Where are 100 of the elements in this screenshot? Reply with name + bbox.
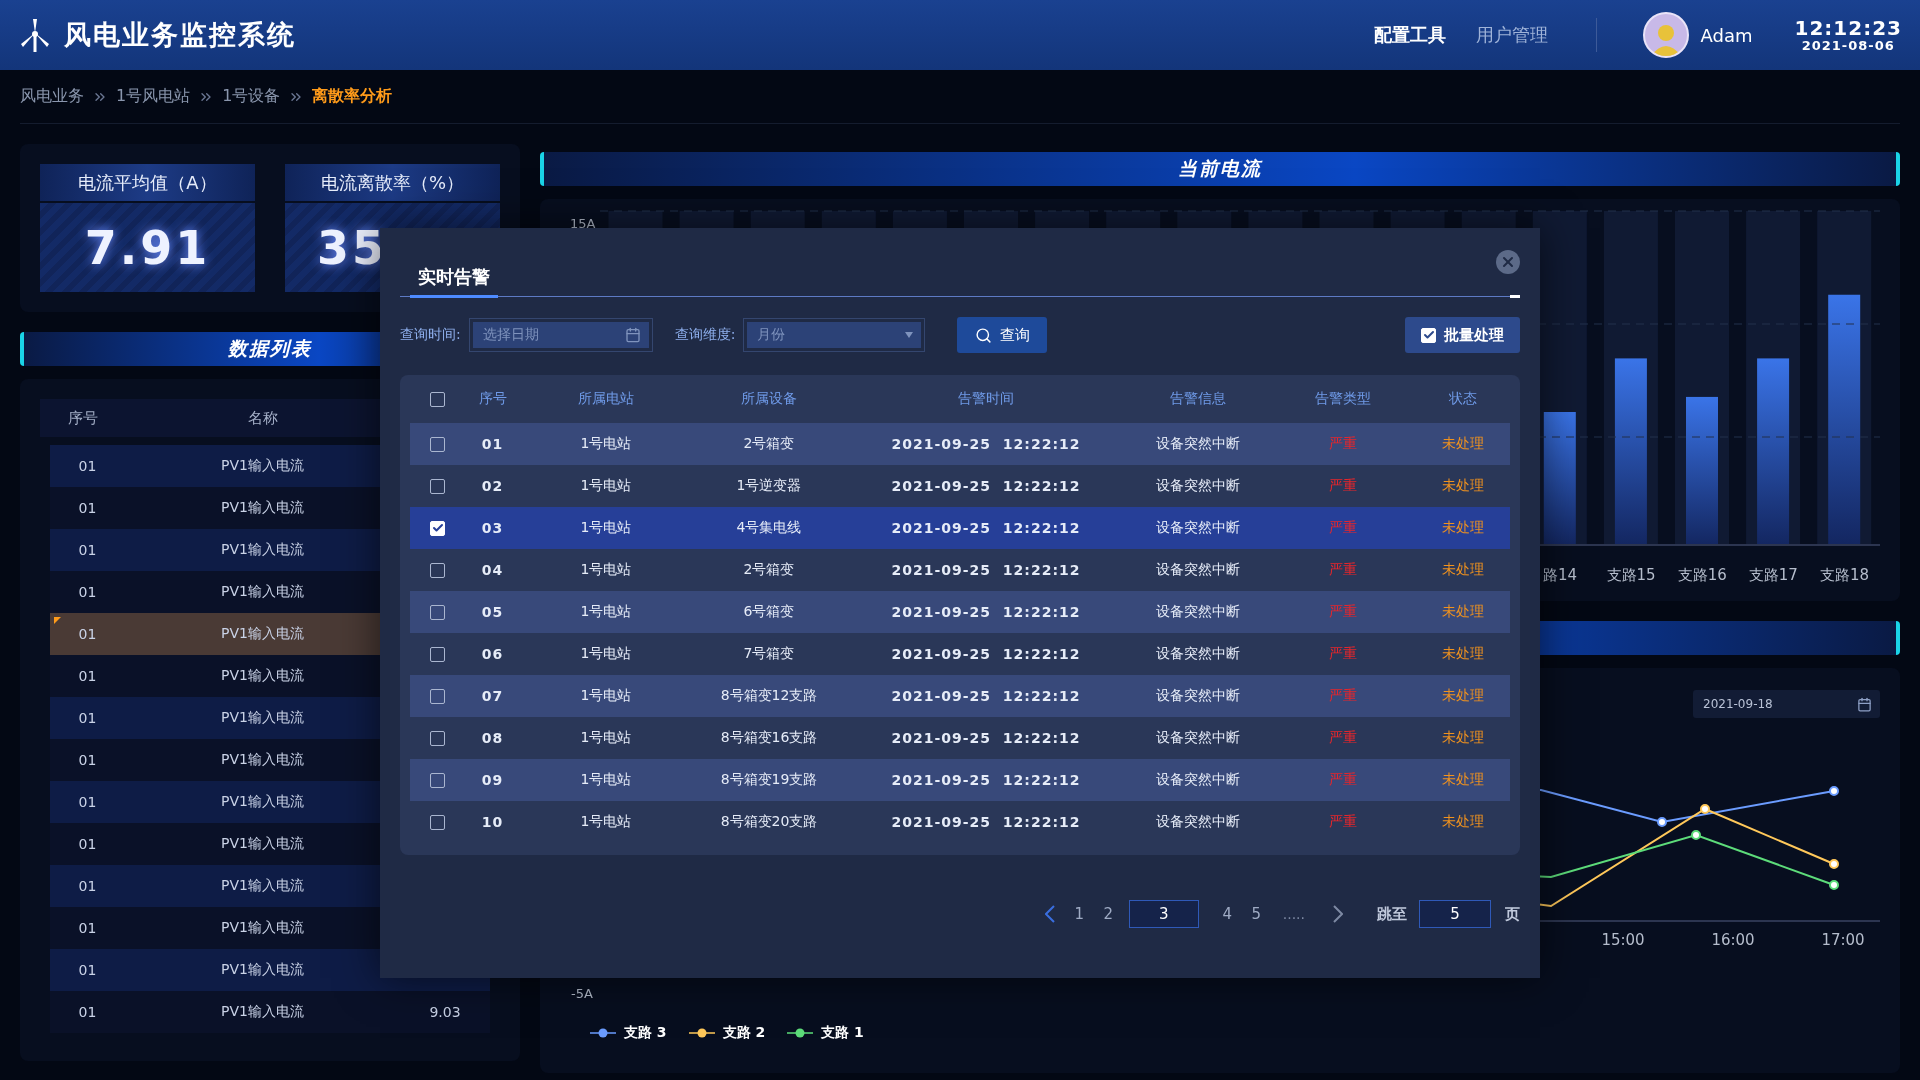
table-cell-text: 1号电站: [579, 435, 633, 453]
column-header: 状态: [1448, 390, 1478, 408]
page-ellipsis: .....: [1282, 906, 1305, 922]
page-button[interactable]: 5: [1241, 900, 1271, 928]
table-cell-text: 01: [77, 1004, 98, 1020]
page-button[interactable]: 1: [1064, 900, 1094, 928]
table-cell-text: 未处理: [1441, 687, 1485, 705]
kpi-label: 电流离散率（%）: [285, 164, 500, 201]
table-cell-text: 设备突然中断: [1155, 519, 1241, 537]
section-title: 数据列表: [228, 336, 312, 361]
breadcrumb-link[interactable]: 风电业务: [20, 86, 84, 107]
axis-label: 路14: [1541, 566, 1579, 585]
table-cell-text: 未处理: [1441, 729, 1485, 747]
table-cell-text: 7号箱变: [742, 645, 796, 663]
table-cell-text: 01: [77, 584, 98, 600]
table-cell-text: 设备突然中断: [1155, 813, 1241, 831]
table-cell-text: PV1输入电流: [220, 583, 305, 601]
table-cell-text: 严重: [1328, 645, 1358, 663]
table-cell-text: PV1输入电流: [220, 541, 305, 559]
table-cell-text: 2021-09-25 12:22:12: [890, 478, 1082, 494]
table-cell-text: 设备突然中断: [1155, 771, 1241, 789]
column-header: 告警类型: [1314, 390, 1372, 408]
table-cell-text: 严重: [1328, 435, 1358, 453]
breadcrumb-link[interactable]: 1号设备: [222, 86, 281, 107]
filter-label: 查询维度:: [674, 326, 736, 344]
table-cell-text: 6号箱变: [742, 603, 796, 621]
table-cell-text: 8号箱变12支路: [719, 687, 819, 705]
table-cell-text: 1号电站: [579, 519, 633, 537]
table-cell-text: 01: [77, 752, 98, 768]
column-header: 所属设备: [740, 390, 798, 408]
table-cell-text: 设备突然中断: [1155, 561, 1241, 579]
table-cell-text: 未处理: [1441, 435, 1485, 453]
alarm-row[interactable]: 07 1号电站 8号箱变12支路 2021-09-25 12:22:12 设备突然中断 严重 未处理: [410, 675, 1510, 717]
table-cell-text: 严重: [1328, 771, 1358, 789]
axis-tick-label: 15A: [570, 216, 596, 231]
page-jump-field[interactable]: 5: [1419, 900, 1491, 928]
table-cell-text: 严重: [1328, 477, 1358, 495]
batch-process-button[interactable]: 批量处理: [1405, 317, 1520, 353]
table-cell-text: 1号电站: [579, 687, 633, 705]
table-cell-text: 严重: [1328, 687, 1358, 705]
kpi-value: 7.91: [40, 203, 255, 292]
axis-tick-label: -5A: [571, 986, 593, 1001]
table-cell-text: 2021-09-25 12:22:12: [890, 772, 1082, 788]
table-cell-text: 01: [77, 962, 98, 978]
list-row[interactable]: 01 PV1输入电流 9.03: [50, 991, 490, 1033]
axis-label: 16:00: [1710, 931, 1756, 949]
table-cell-text: 1号电站: [579, 477, 633, 495]
table-cell-text: 1号逆变器: [735, 477, 803, 495]
axis-label: 支路15: [1605, 566, 1657, 585]
table-cell-text: 1号电站: [579, 729, 633, 747]
column-header: 告警时间: [957, 390, 1015, 408]
table-cell-text: 未处理: [1441, 477, 1485, 495]
table-cell-text: 未处理: [1441, 813, 1485, 831]
table-cell-text: PV1输入电流: [220, 499, 305, 517]
table-cell-text: 01: [77, 542, 98, 558]
kpi-label: 电流平均值（A）: [40, 164, 255, 201]
table-cell-text: 未处理: [1441, 519, 1485, 537]
breadcrumb-link[interactable]: 离散率分析: [312, 86, 393, 107]
table-cell-text: 01: [77, 626, 98, 642]
table-cell-text: 01: [77, 500, 98, 516]
clock-date: 2021-08-06: [1801, 37, 1895, 53]
table-cell-text: 8号箱变19支路: [719, 771, 819, 789]
page-button[interactable]: 2: [1093, 900, 1123, 928]
dialog-tab[interactable]: 实时告警: [410, 265, 498, 298]
table-cell-text: 01: [77, 878, 98, 894]
clock-time: 12:12:23: [1794, 17, 1902, 38]
legend-item: 支路 1: [787, 1024, 864, 1042]
filter-label: 查询时间:: [400, 326, 461, 344]
jump-label: 跳至: [1377, 904, 1407, 924]
query-button[interactable]: 查询: [957, 317, 1048, 353]
column-header: 告警信息: [1169, 390, 1227, 408]
table-cell-text: PV1输入电流: [220, 919, 305, 937]
column-header: 序号: [477, 390, 508, 408]
breadcrumb-link[interactable]: 1号风电站: [116, 86, 191, 107]
table-cell-text: 严重: [1328, 813, 1358, 831]
table-cell-text: 设备突然中断: [1155, 687, 1241, 705]
alarm-row[interactable]: 09 1号电站 8号箱变19支路 2021-09-25 12:22:12 设备突然中断 严重 未处理: [410, 759, 1510, 801]
table-cell-text: 1号电站: [579, 813, 633, 831]
section-title: 当前电流: [1178, 156, 1262, 181]
table-cell-text: 2021-09-25 12:22:12: [890, 436, 1082, 452]
nav-link[interactable]: 配置工具: [1373, 23, 1446, 47]
table-cell-text: 01: [77, 920, 98, 936]
table-cell-text: 严重: [1328, 603, 1358, 621]
page-button[interactable]: 4: [1212, 900, 1242, 928]
table-cell-text: PV1输入电流: [220, 709, 305, 727]
table-cell-text: 8号箱变20支路: [719, 813, 819, 831]
date-field[interactable]: 2021-09-18: [1693, 690, 1880, 718]
nav-link[interactable]: 用户管理: [1475, 23, 1548, 47]
table-cell-text: 严重: [1328, 729, 1358, 747]
table-cell-text: 2021-09-25 12:22:12: [890, 604, 1082, 620]
table-cell-text: 01: [77, 836, 98, 852]
alarm-row[interactable]: 01 1号电站 2号箱变 2021-09-25 12:22:12 设备突然中断 严重 未处理: [410, 423, 1510, 465]
table-cell-text: PV1输入电流: [220, 625, 305, 643]
alarm-row[interactable]: 05 1号电站 6号箱变 2021-09-25 12:22:12 设备突然中断 严重 未处理: [410, 591, 1510, 633]
table-cell-text: 2021-09-25 12:22:12: [890, 688, 1082, 704]
table-cell-text: PV1输入电流: [220, 667, 305, 685]
table-cell-text: 1号电站: [579, 771, 633, 789]
table-cell-text: PV1输入电流: [220, 877, 305, 895]
page-button[interactable]: 3: [1128, 900, 1199, 928]
alarm-row[interactable]: 03 1号电站 4号集电线 2021-09-25 12:22:12 设备突然中断 严重 未处理: [410, 507, 1510, 549]
